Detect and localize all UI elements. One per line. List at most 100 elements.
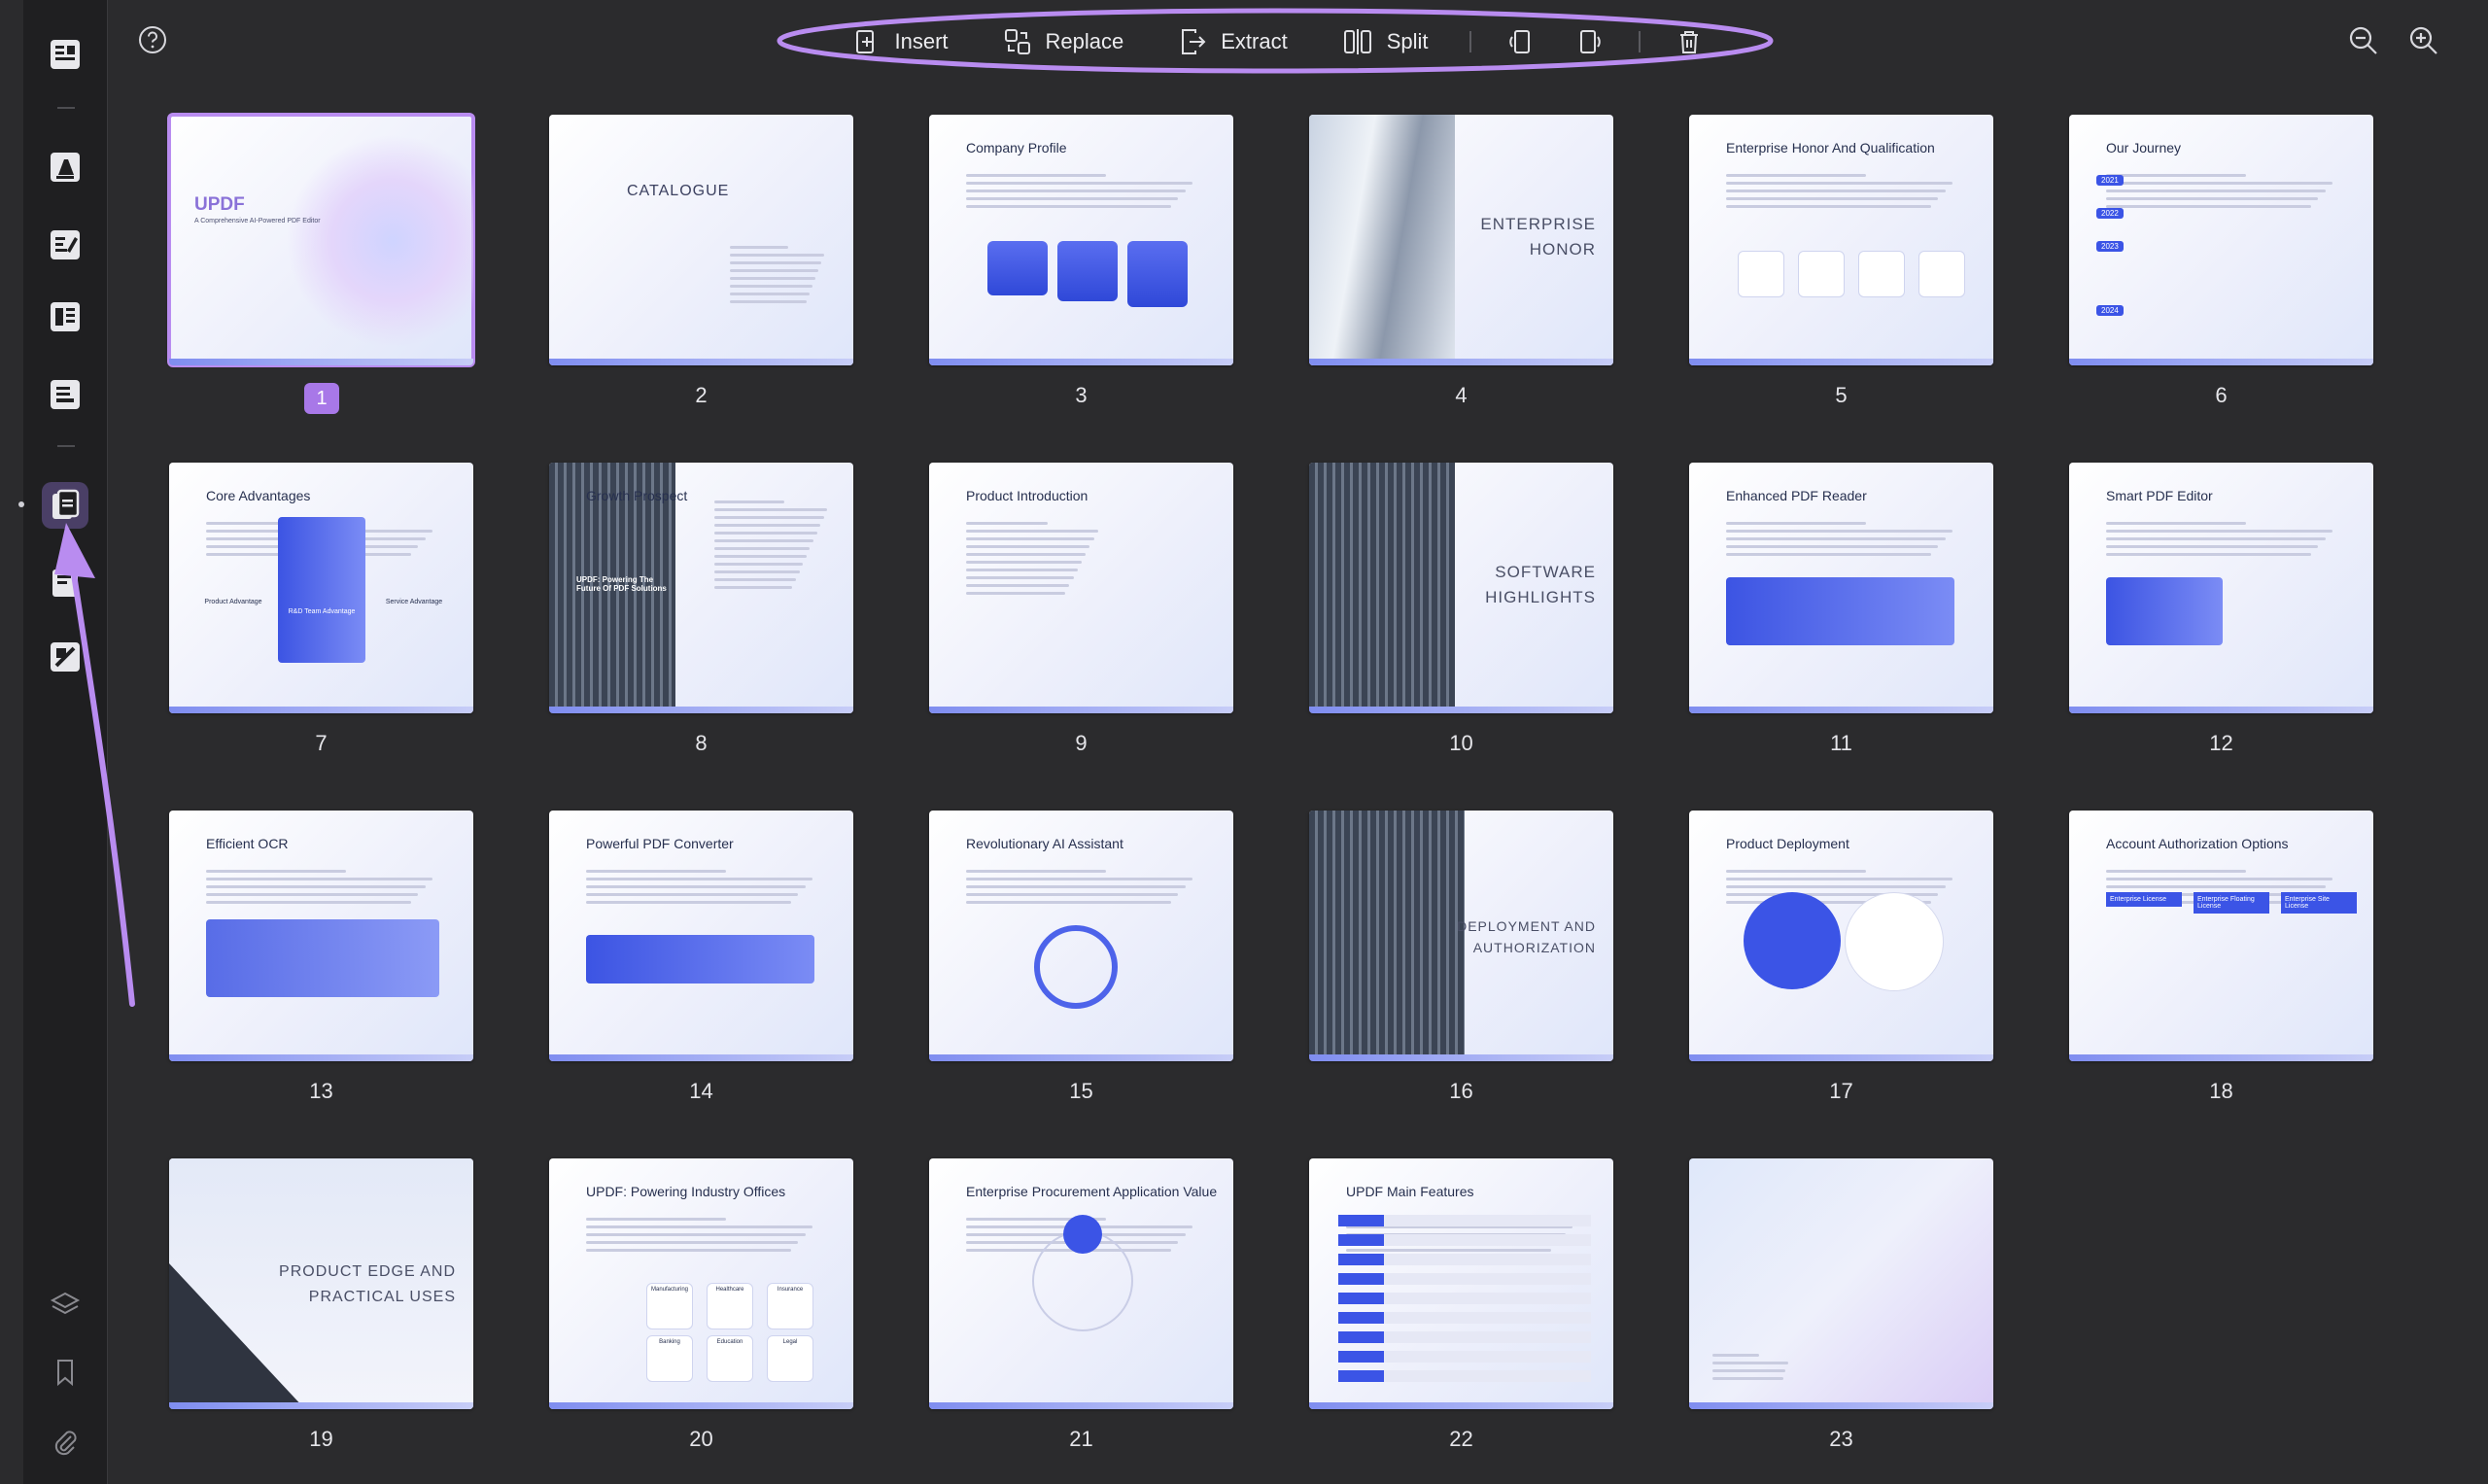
extract-label: Extract bbox=[1221, 29, 1288, 53]
page-number: 4 bbox=[1455, 383, 1468, 407]
page-thumbnail-8[interactable]: Growth Prospect UPDF: Powering The Future… bbox=[549, 463, 853, 764]
feature-banner bbox=[2106, 577, 2223, 645]
deployment-circle bbox=[1845, 892, 1944, 991]
page-number: 10 bbox=[1449, 731, 1473, 755]
page-thumbnail-14[interactable]: Powerful PDF Converter 14 bbox=[549, 811, 853, 1112]
reader-icon[interactable] bbox=[42, 31, 88, 78]
page-thumbnail-4[interactable]: ENTERPRISE HONOR 4 bbox=[1309, 115, 1613, 416]
text-lines bbox=[714, 496, 831, 594]
page-thumbnail-13[interactable]: Efficient OCR 13 bbox=[169, 811, 473, 1112]
page-preview: Revolutionary AI Assistant bbox=[929, 811, 1233, 1061]
zoom-out-icon[interactable] bbox=[2346, 23, 2381, 58]
page-thumbnail-6[interactable]: Our Journey 2021 2022 2023 2024 6 bbox=[2069, 115, 2373, 416]
year-badge: 2022 bbox=[2096, 208, 2124, 219]
convert-icon[interactable] bbox=[42, 371, 88, 418]
attachment-icon[interactable] bbox=[42, 1419, 88, 1466]
page-thumbnail-2[interactable]: CATALOGUE 2 bbox=[549, 115, 853, 416]
zoom-in-icon[interactable] bbox=[2406, 23, 2441, 58]
protect-icon[interactable] bbox=[42, 634, 88, 680]
advantage-label: Product Advantage bbox=[204, 599, 262, 605]
footer-accent-bar bbox=[549, 1402, 853, 1409]
page-heading: Powerful PDF Converter bbox=[586, 836, 734, 851]
page-thumbnail-18[interactable]: Account Authorization Options Enterprise … bbox=[2069, 811, 2373, 1112]
split-icon bbox=[1343, 29, 1371, 54]
page-thumbnail-3[interactable]: Company Profile 3 bbox=[929, 115, 1233, 416]
page-number: 9 bbox=[1075, 731, 1088, 755]
page-thumbnail-1[interactable]: UPDF A Comprehensive AI-Powered PDF Edito… bbox=[167, 113, 475, 416]
form-icon[interactable] bbox=[42, 293, 88, 340]
page-number: 20 bbox=[689, 1427, 713, 1451]
page-thumbnail-22[interactable]: UPDF Main Features 22 bbox=[1309, 1158, 1613, 1460]
page-number: 15 bbox=[1069, 1079, 1093, 1103]
trash-icon bbox=[1679, 31, 1698, 53]
page-preview: Account Authorization Options Enterprise … bbox=[2069, 811, 2373, 1061]
footer-accent-bar bbox=[1689, 359, 1993, 365]
text-lines bbox=[730, 241, 827, 308]
comment-icon[interactable] bbox=[42, 144, 88, 190]
feature-row bbox=[1338, 1273, 1591, 1285]
text-lines bbox=[586, 865, 819, 909]
page-number: 18 bbox=[2209, 1079, 2233, 1103]
page-thumbnail-16[interactable]: DEPLOYMENT AND AUTHORIZATION 16 bbox=[1309, 811, 1613, 1112]
page-thumbnail-15[interactable]: Revolutionary AI Assistant 15 bbox=[929, 811, 1233, 1112]
page-thumbnail-20[interactable]: UPDF: Powering Industry Offices Manufactu… bbox=[549, 1158, 853, 1460]
page-thumbnail-17[interactable]: Product Deployment 17 bbox=[1689, 811, 1993, 1112]
footer-accent-bar bbox=[2069, 707, 2373, 713]
feature-row bbox=[1338, 1234, 1591, 1246]
page-thumbnail-19[interactable]: PRODUCT EDGE AND PRACTICAL USES 19 bbox=[169, 1158, 473, 1460]
page-thumbnail-7[interactable]: Core Advantages Product Advantage R&D Team… bbox=[169, 463, 473, 764]
certificate-card bbox=[1918, 251, 1965, 297]
replace-button[interactable]: Replace bbox=[976, 13, 1152, 71]
section-title-line2: PRACTICAL USES bbox=[308, 1289, 456, 1305]
page-thumbnail-23[interactable]: 23 bbox=[1689, 1158, 1993, 1460]
page-number: 16 bbox=[1449, 1079, 1473, 1103]
footer-accent-bar bbox=[549, 1054, 853, 1061]
toolbar-divider bbox=[1638, 31, 1641, 52]
section-title-line1: DEPLOYMENT AND bbox=[1457, 918, 1596, 934]
page-preview: Smart PDF Editor bbox=[2069, 463, 2373, 713]
value-card bbox=[1057, 241, 1118, 301]
procurement-core bbox=[1063, 1215, 1102, 1254]
section-title-line1: PRODUCT EDGE AND bbox=[279, 1263, 456, 1280]
layers-icon[interactable] bbox=[42, 1281, 88, 1328]
bookmark-icon[interactable] bbox=[42, 1349, 88, 1396]
page-thumbnail-12[interactable]: Smart PDF Editor 12 bbox=[2069, 463, 2373, 764]
page-thumbnail-9[interactable]: Product Introduction 9 bbox=[929, 463, 1233, 764]
footer-accent-bar bbox=[169, 359, 473, 365]
feature-row bbox=[1338, 1293, 1591, 1304]
feature-row bbox=[1338, 1331, 1591, 1343]
rail-divider bbox=[57, 107, 75, 109]
industry-card: Education bbox=[707, 1335, 753, 1382]
industry-card: Legal bbox=[767, 1335, 813, 1382]
industry-card: Healthcare bbox=[707, 1283, 753, 1329]
page-heading: CATALOGUE bbox=[627, 183, 730, 199]
feature-row bbox=[1338, 1254, 1591, 1265]
page-heading: Product Deployment bbox=[1726, 836, 1849, 851]
page-thumbnail-10[interactable]: SOFTWARE HIGHLIGHTS 10 bbox=[1309, 463, 1613, 764]
page-preview: UPDF: Powering Industry Offices Manufactu… bbox=[549, 1158, 853, 1409]
split-button[interactable]: Split bbox=[1315, 13, 1456, 71]
insert-label: Insert bbox=[894, 29, 949, 53]
extract-button[interactable]: Extract bbox=[1151, 13, 1314, 71]
edit-icon[interactable] bbox=[42, 222, 88, 268]
footer-accent-bar bbox=[1309, 707, 1613, 713]
industry-label: Insurance bbox=[777, 1287, 804, 1293]
fill-sign-icon[interactable] bbox=[42, 560, 88, 606]
rotate-left-button[interactable] bbox=[1497, 18, 1543, 65]
ocr-banner bbox=[206, 919, 439, 997]
insert-button[interactable]: Insert bbox=[826, 13, 975, 71]
page-heading: Enterprise Honor And Qualification bbox=[1726, 140, 1935, 155]
industry-label: Education bbox=[716, 1339, 743, 1345]
page-thumbnail-11[interactable]: Enhanced PDF Reader 11 bbox=[1689, 463, 1993, 764]
license-chip: Enterprise Floating License bbox=[2194, 892, 2269, 914]
organize-pages-icon[interactable] bbox=[42, 482, 88, 529]
page-thumbnail-5[interactable]: Enterprise Honor And Qualification 5 bbox=[1689, 115, 1993, 416]
text-lines bbox=[2106, 517, 2339, 561]
help-icon[interactable] bbox=[137, 24, 168, 55]
page-preview: Enterprise Procurement Application Value bbox=[929, 1158, 1233, 1409]
industry-label: Healthcare bbox=[715, 1287, 744, 1293]
delete-button[interactable] bbox=[1666, 18, 1712, 65]
page-thumbnail-21[interactable]: Enterprise Procurement Application Value… bbox=[929, 1158, 1233, 1460]
rotate-right-button[interactable] bbox=[1567, 18, 1613, 65]
industry-card: Banking bbox=[646, 1335, 693, 1382]
